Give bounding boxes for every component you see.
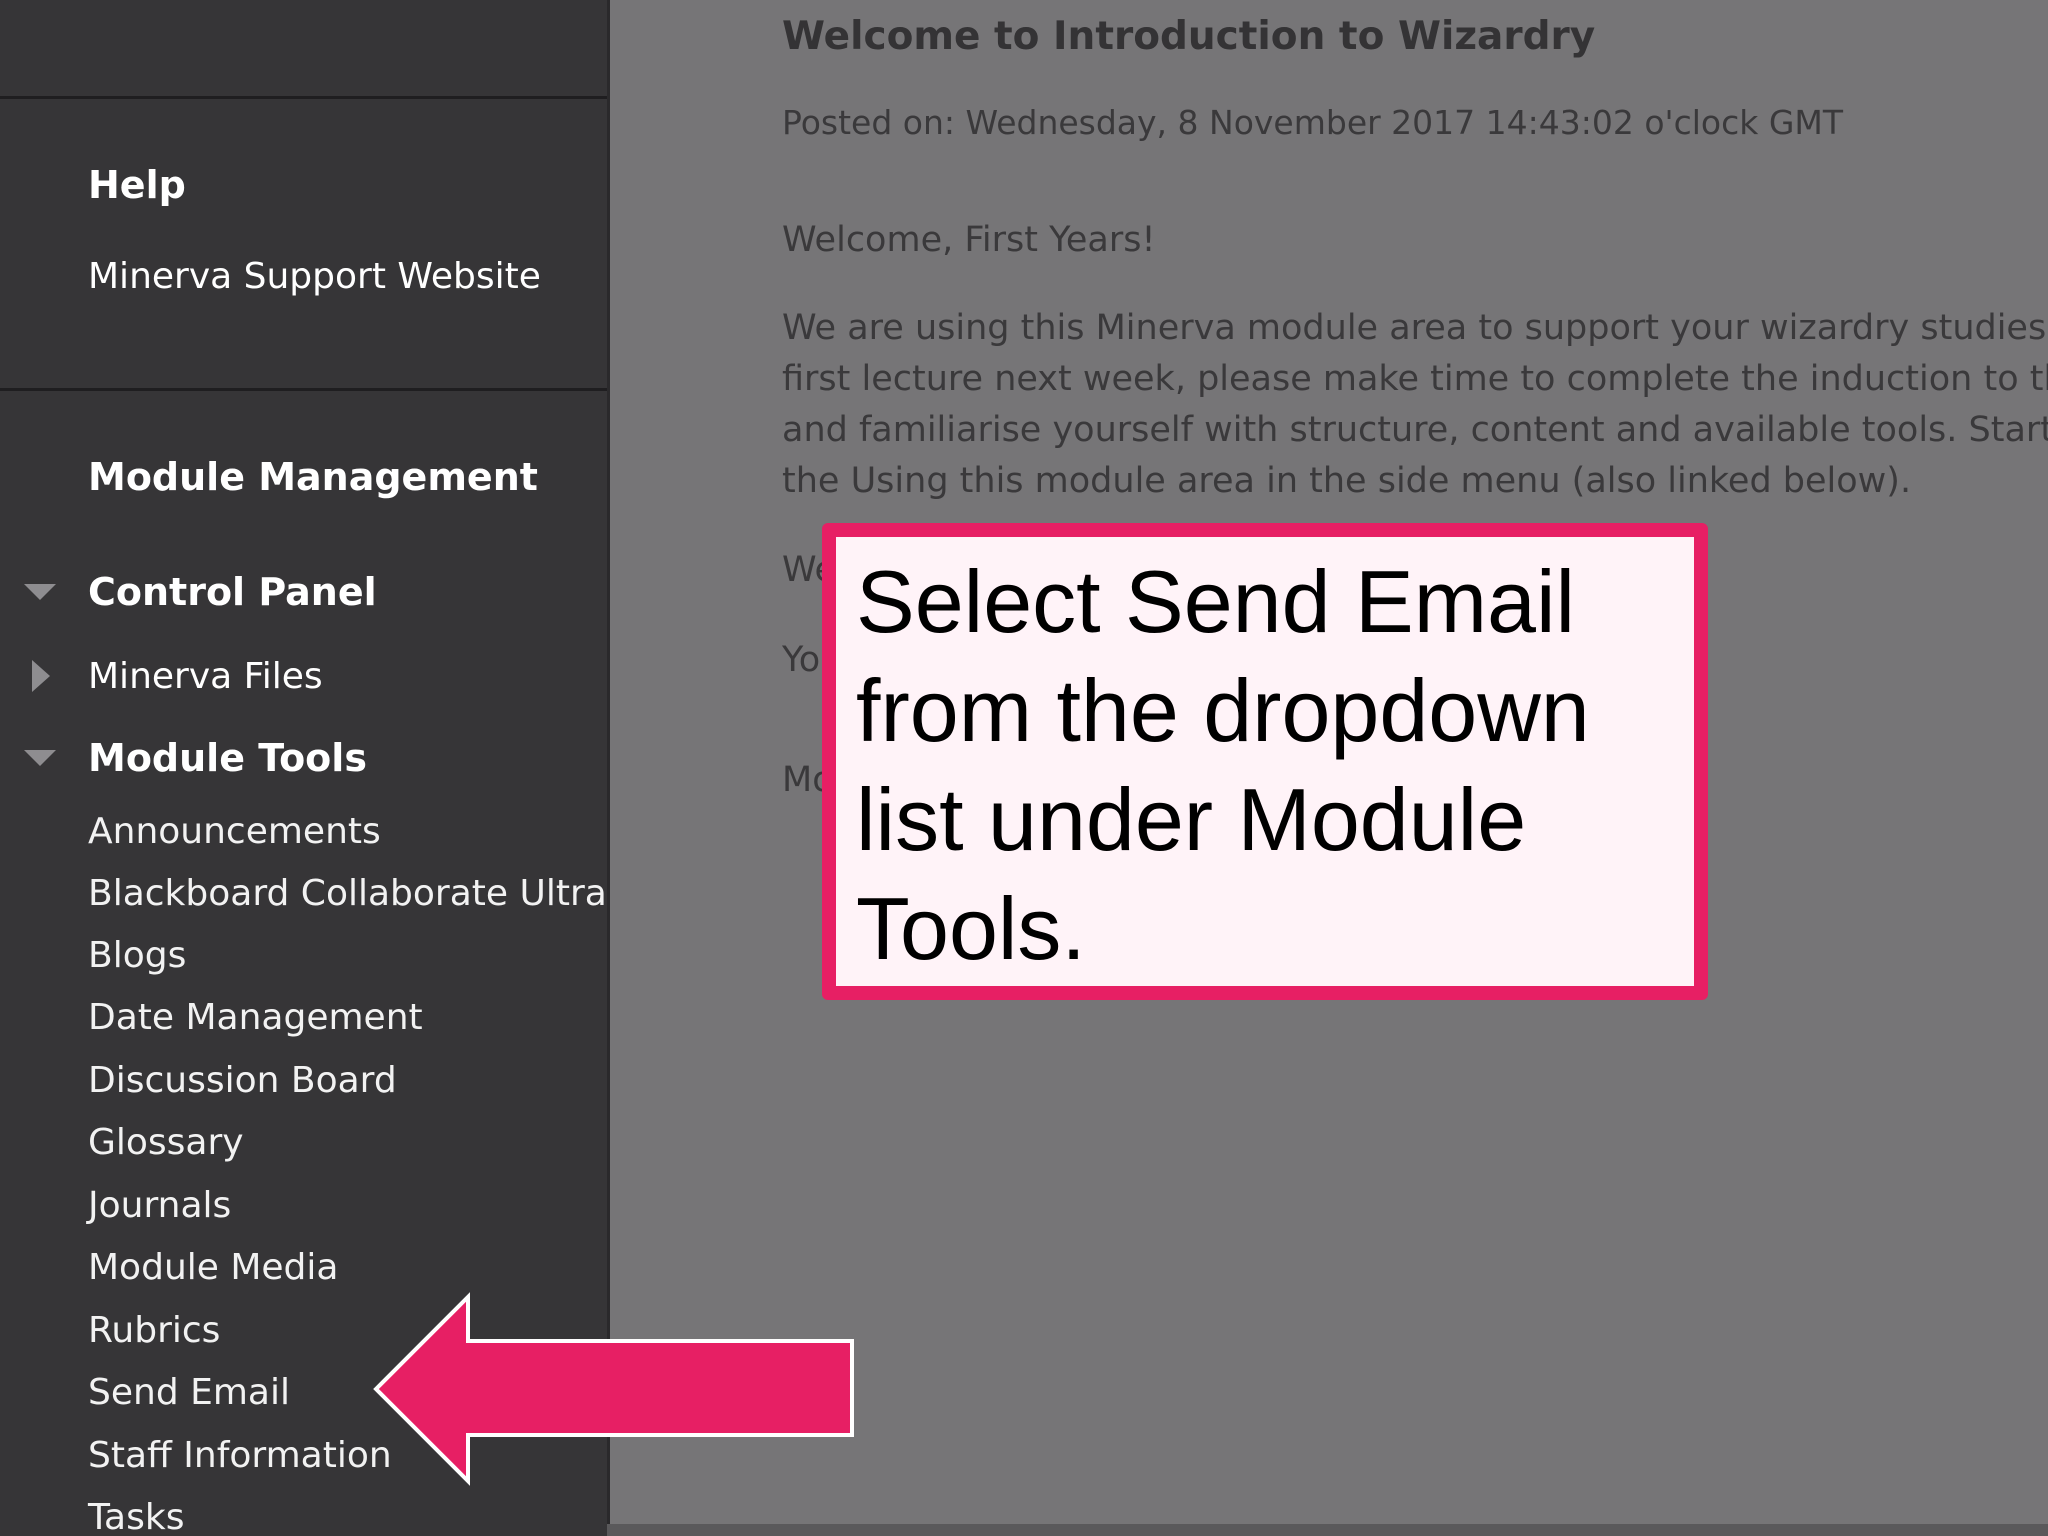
module-tools-toggle[interactable]: Module Tools bbox=[88, 736, 367, 780]
chevron-right-icon[interactable] bbox=[32, 660, 50, 692]
tool-send-email[interactable]: Send Email bbox=[88, 1372, 290, 1413]
tool-staff-information[interactable]: Staff Information bbox=[88, 1435, 392, 1476]
tool-journals[interactable]: Journals bbox=[88, 1185, 231, 1226]
announcement-body-line: and familiarise yourself with structure,… bbox=[782, 410, 2048, 450]
pointer-arrow-icon bbox=[373, 1292, 854, 1486]
announcement-body-line: the Using this module area in the side m… bbox=[782, 461, 1912, 501]
sidebar-divider bbox=[0, 388, 607, 391]
tool-announcements[interactable]: Announcements bbox=[88, 811, 381, 852]
minerva-support-website-link[interactable]: Minerva Support Website bbox=[88, 256, 541, 297]
tool-tasks[interactable]: Tasks bbox=[88, 1497, 184, 1536]
instruction-callout: Select Send Email from the dropdown list… bbox=[822, 523, 1708, 1000]
bottom-edge bbox=[607, 1524, 2048, 1536]
posted-on-text: Posted on: Wednesday, 8 November 2017 14… bbox=[782, 103, 1844, 142]
hidden-paragraph-fragment: Yo bbox=[782, 640, 821, 680]
tool-blogs[interactable]: Blogs bbox=[88, 935, 186, 976]
help-heading: Help bbox=[88, 163, 186, 207]
announcement-title: Welcome to Introduction to Wizardry bbox=[782, 14, 1596, 59]
chevron-down-icon[interactable] bbox=[24, 750, 56, 766]
control-panel-toggle[interactable]: Control Panel bbox=[88, 570, 377, 614]
announcement-greeting: Welcome, First Years! bbox=[782, 220, 1156, 260]
announcement-body-line: We are using this Minerva module area to… bbox=[782, 308, 2047, 348]
tool-module-media[interactable]: Module Media bbox=[88, 1247, 338, 1288]
tool-rubrics[interactable]: Rubrics bbox=[88, 1310, 220, 1351]
minerva-files-toggle[interactable]: Minerva Files bbox=[88, 656, 323, 697]
module-management-heading: Module Management bbox=[88, 455, 538, 499]
tool-blackboard-collaborate-ultra[interactable]: Blackboard Collaborate Ultra bbox=[88, 873, 607, 914]
sidebar-divider bbox=[0, 96, 607, 99]
tool-discussion-board[interactable]: Discussion Board bbox=[88, 1060, 397, 1101]
tool-glossary[interactable]: Glossary bbox=[88, 1122, 244, 1163]
callout-text: Select Send Email from the dropdown list… bbox=[856, 552, 1590, 978]
tool-date-management[interactable]: Date Management bbox=[88, 997, 423, 1038]
chevron-down-icon[interactable] bbox=[24, 584, 56, 600]
announcement-body-line: first lecture next week, please make tim… bbox=[782, 359, 2048, 399]
